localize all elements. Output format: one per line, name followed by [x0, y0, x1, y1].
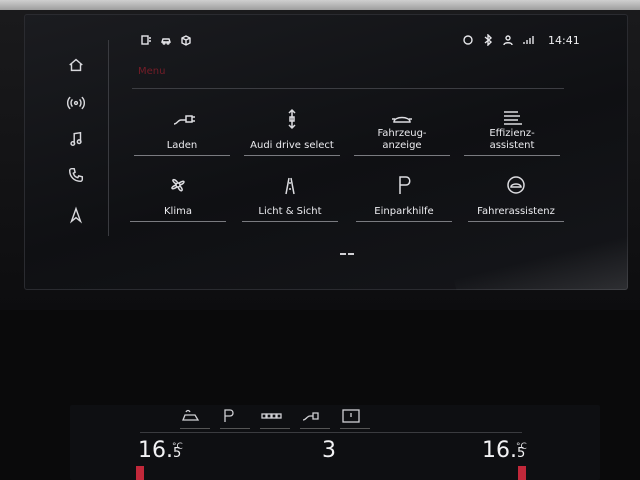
tile-licht-sicht[interactable]: Licht & Sicht	[242, 166, 338, 222]
tile-label: Audi drive select	[244, 140, 340, 152]
climate-quick-icons	[180, 408, 450, 430]
climate-quick-parking[interactable]	[220, 408, 250, 429]
status-bar: 14:41	[140, 30, 580, 54]
tile-audi-drive-select[interactable]: Audi drive select	[244, 100, 340, 156]
nav-media[interactable]	[52, 124, 100, 154]
right-temp-main: 16.	[482, 438, 517, 463]
tile-fahrerassistenz[interactable]: Fahrerassistenz	[468, 166, 564, 222]
bluetooth-icon	[484, 34, 493, 46]
right-seat-heat-indicator	[518, 466, 526, 480]
page-title: Menu	[138, 66, 166, 77]
tile-label-line1: Audi drive select	[250, 140, 334, 151]
climate-divider	[140, 432, 522, 433]
status-left	[140, 34, 192, 46]
vehicle-status-icon	[392, 116, 412, 123]
title-divider	[132, 88, 564, 89]
package-icon	[181, 35, 191, 46]
side-navigation	[52, 40, 109, 236]
tile-label: Klima	[164, 206, 192, 217]
signal-icon	[523, 36, 534, 44]
tile-label: Fahrerassistenz	[477, 206, 555, 217]
tile-label-line2: anzeige	[382, 140, 422, 151]
tile-label: Effizienz-assistent	[464, 128, 560, 152]
home-icon	[69, 58, 83, 72]
charging-plug-icon	[173, 115, 195, 125]
fan-level-value: 3	[322, 438, 336, 463]
nav-phone[interactable]	[52, 160, 100, 190]
voice-assistant-icon	[463, 35, 473, 45]
nav-radio[interactable]	[52, 88, 100, 118]
climate-quick-defrost[interactable]	[180, 408, 210, 429]
car-connect-icon	[161, 38, 171, 45]
tile-label: Laden	[166, 140, 198, 151]
fan-icon	[171, 178, 185, 192]
nav-navigation[interactable]	[52, 200, 100, 230]
fan-level[interactable]: 3	[322, 438, 336, 463]
efficiency-assistant-icon	[504, 111, 522, 125]
seat-rows-icon	[261, 413, 282, 419]
tile-label: Licht & Sicht	[258, 206, 322, 217]
parking-heater-icon	[224, 409, 234, 422]
power-timer-icon	[342, 409, 360, 423]
navigation-arrow-icon	[69, 206, 83, 224]
drive-select-icon	[288, 108, 296, 130]
nav-home[interactable]	[52, 50, 100, 80]
tile-laden[interactable]: Laden	[134, 100, 230, 156]
right-temp-unit: °C	[516, 442, 527, 452]
tile-label: Einparkhilfe	[374, 206, 434, 217]
status-right: 14:41	[462, 34, 580, 47]
clock: 14:41	[548, 34, 580, 47]
left-temp-main: 16.	[138, 438, 173, 463]
charging-plug-icon	[302, 412, 319, 421]
climate-quick-seats[interactable]	[260, 408, 290, 429]
tile-effizienzassistent[interactable]: Effizienz-assistent	[464, 100, 560, 156]
climate-quick-charge[interactable]	[300, 408, 330, 429]
user-icon	[503, 35, 513, 46]
tile-einparkhilfe[interactable]: Einparkhilfe	[356, 166, 452, 222]
left-temp-unit: °C	[172, 442, 183, 452]
tile-klima[interactable]: Klima	[130, 166, 226, 222]
ev-charge-status-icon	[141, 35, 151, 45]
tile-fahrzeuganzeige[interactable]: Fahrzeug-anzeige	[354, 100, 450, 156]
parking-p-icon	[399, 176, 411, 194]
tile-label-line2: assistent	[489, 140, 535, 151]
tile-label-line1: Effizienz-	[489, 128, 535, 139]
road-lights-icon	[285, 177, 295, 195]
climate-quick-power[interactable]	[340, 408, 370, 429]
phone-icon	[68, 167, 84, 183]
car-defrost-icon	[182, 409, 200, 421]
radio-icon	[67, 96, 85, 110]
page-indicator	[340, 240, 360, 255]
screen-glare	[453, 230, 628, 290]
driver-assist-icon	[507, 176, 525, 194]
tile-label-line1: Fahrzeug-	[377, 128, 427, 139]
music-note-icon	[70, 131, 82, 147]
left-seat-heat-indicator	[136, 466, 144, 480]
tile-label: Fahrzeug-anzeige	[354, 128, 450, 152]
